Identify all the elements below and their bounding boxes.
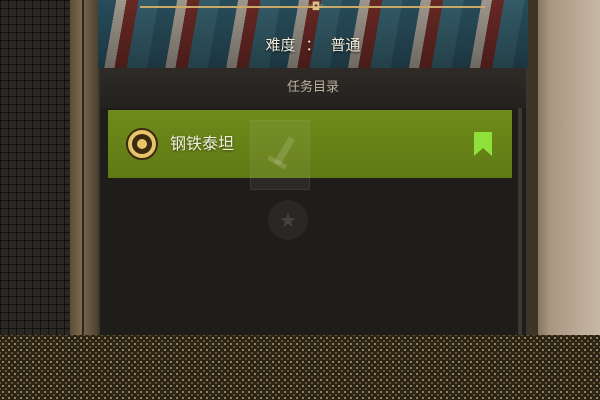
- left-frame-strip: [70, 0, 98, 335]
- panel-title: 任务目录: [100, 68, 526, 108]
- target-icon: [126, 128, 158, 160]
- difficulty-display: 难度 ： 普通: [98, 30, 528, 60]
- scrollbar[interactable]: [518, 108, 522, 335]
- difficulty-value: 普通: [330, 36, 361, 54]
- top-ornament-icon: ◦◘◦: [307, 0, 325, 13]
- sword-emblem-icon: [250, 120, 310, 190]
- star-emblem-icon: ★: [268, 200, 308, 240]
- quest-catalog-panel: 任务目录 钢铁泰坦: [98, 68, 528, 335]
- difficulty-separator: ：: [305, 36, 321, 54]
- bookmark-icon[interactable]: [474, 132, 492, 156]
- quest-name: 钢铁泰坦: [170, 134, 235, 153]
- bottom-pattern-strip: [0, 335, 600, 400]
- right-frame-edge: [528, 0, 600, 335]
- difficulty-label: 难度: [265, 36, 296, 54]
- left-grid-background: [0, 0, 75, 335]
